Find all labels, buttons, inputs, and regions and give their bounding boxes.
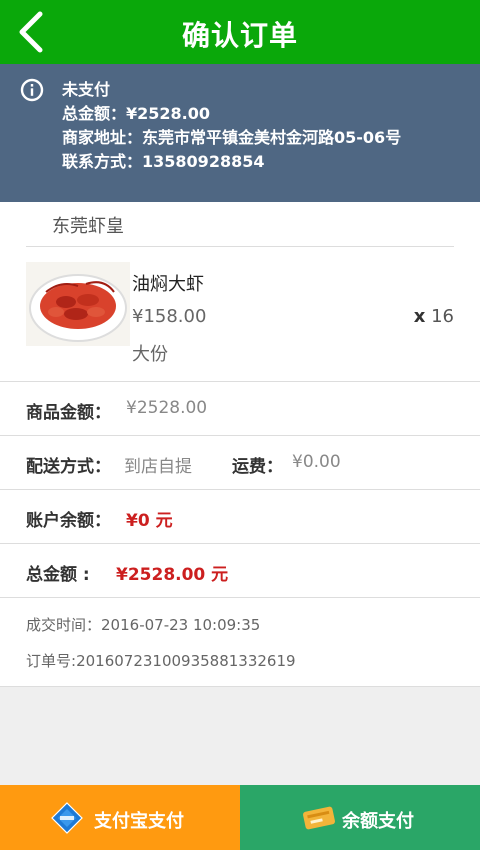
- balance-pay-label: 余额支付: [342, 811, 414, 832]
- product-size: 大份: [132, 344, 168, 365]
- delivery-method-value: 到店自提: [124, 457, 192, 477]
- product-price: ¥158.00: [132, 306, 207, 327]
- notice-address: 商家地址：东莞市常平镇金美村金河路05-06号: [62, 128, 402, 147]
- payment-notice-panel: 未支付 总金额：¥2528.00 商家地址：东莞市常平镇金美村金河路05-06号…: [0, 64, 480, 202]
- shop-name: 东莞虾皇: [52, 216, 124, 237]
- divider: [0, 435, 480, 436]
- delivery-method-label: 配送方式：: [26, 457, 111, 477]
- divider: [0, 543, 480, 544]
- order-number: 订单号:20160723100935881332619: [26, 652, 296, 670]
- goods-amount-label: 商品金额：: [26, 403, 111, 423]
- total-amount-value: ¥2528.00 元: [116, 565, 229, 585]
- payment-bar: 支付宝支付 余额支付: [0, 785, 480, 850]
- freight-label: 运费：: [232, 457, 283, 477]
- notice-total: 总金额：¥2528.00: [62, 104, 211, 123]
- payment-status: 未支付: [62, 80, 111, 99]
- freight-value: ¥0.00: [292, 452, 341, 472]
- alipay-pay-button[interactable]: 支付宝支付: [0, 785, 240, 850]
- total-amount-label: 总金额 :: [26, 565, 90, 585]
- divider: [0, 686, 480, 687]
- account-balance-value: ¥0 元: [126, 511, 173, 531]
- product-image: [26, 262, 130, 346]
- account-balance-label: 账户余额：: [26, 511, 111, 531]
- info-circle-icon: [20, 78, 44, 102]
- divider: [0, 489, 480, 490]
- goods-amount-value: ¥2528.00: [126, 398, 208, 418]
- divider: [26, 246, 454, 247]
- product-quantity: x 16: [413, 306, 454, 327]
- transaction-time: 成交时间：2016-07-23 10:09:35: [26, 616, 261, 634]
- product-name: 油焖大虾: [132, 274, 204, 295]
- divider: [0, 381, 480, 382]
- alipay-pay-label: 支付宝支付: [94, 811, 184, 832]
- divider: [0, 597, 480, 598]
- balance-pay-button[interactable]: 余额支付: [240, 785, 480, 850]
- alipay-icon: [51, 802, 83, 834]
- app-header: 确认订单: [0, 0, 480, 64]
- wallet-icon: [303, 806, 335, 830]
- page-title: 确认订单: [181, 19, 298, 52]
- notice-contact: 联系方式：13580928854: [62, 152, 265, 171]
